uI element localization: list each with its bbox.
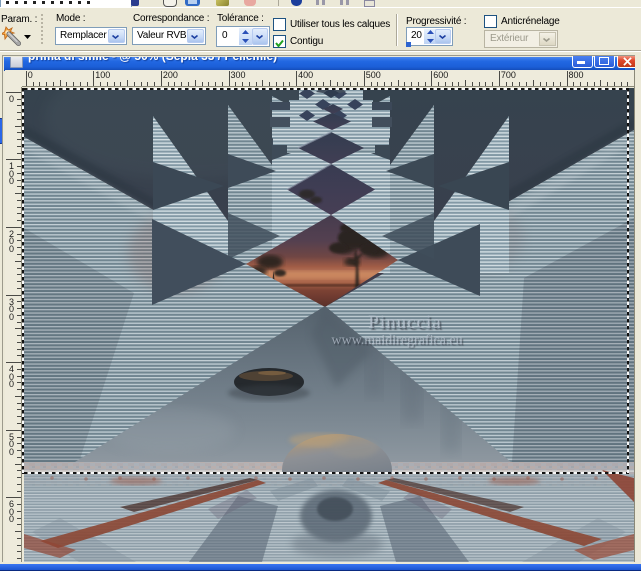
svg-text:Pinuccia: Pinuccia — [368, 312, 441, 333]
svg-text:www.maidiregrafica.eu: www.maidiregrafica.eu — [331, 333, 462, 348]
